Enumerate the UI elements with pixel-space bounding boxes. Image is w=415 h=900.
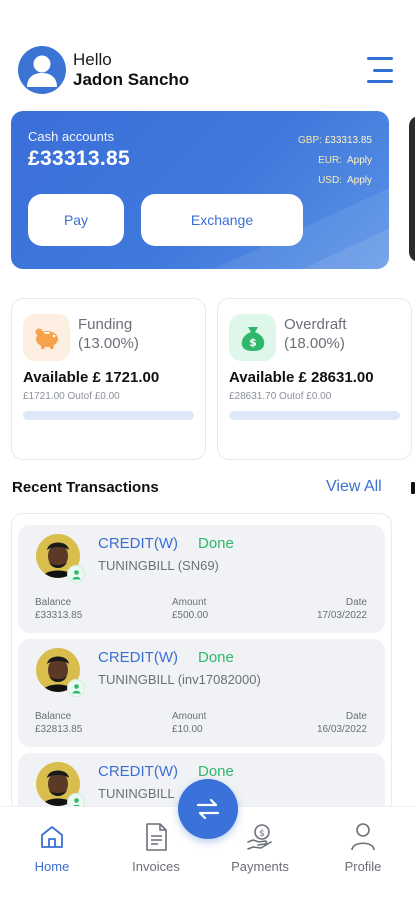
transaction-type: CREDIT(W) — [98, 535, 178, 552]
overdraft-sub: £28631.70 Outof £0.00 — [229, 391, 332, 402]
transaction-amount: Amount £500.00 — [172, 597, 209, 621]
exchange-arrows-icon — [196, 798, 220, 820]
recent-transactions-title: Recent Transactions — [12, 479, 159, 496]
currency-list: GBP: £33313.85 EUR: Apply USD: Apply — [298, 131, 372, 191]
funding-progress-bar — [23, 411, 194, 420]
next-card-peek[interactable] — [409, 116, 415, 262]
person-icon — [323, 821, 403, 853]
transaction-ref: TUNINGBILL — [98, 786, 175, 801]
exchange-fab-button[interactable] — [178, 779, 238, 839]
cash-accounts-card: Cash accounts £33313.85 GBP: £33313.85 E… — [11, 111, 389, 269]
nav-home[interactable]: Home — [12, 821, 92, 874]
exchange-button[interactable]: Exchange — [141, 194, 303, 246]
cash-accounts-amount: £33313.85 — [28, 147, 130, 170]
svg-text:$: $ — [259, 829, 265, 839]
overdraft-title: Overdraft — [284, 316, 347, 333]
funding-available: Available £ 1721.00 — [23, 369, 160, 386]
overdraft-label: Overdraft (18.00%) — [284, 315, 347, 353]
header: Hello Jadon Sancho — [18, 46, 393, 94]
transaction-ref: TUNINGBILL (SN69) — [98, 558, 219, 573]
funding-title: Funding — [78, 316, 133, 333]
pay-button[interactable]: Pay — [28, 194, 124, 246]
home-icon — [12, 821, 92, 853]
overdraft-card[interactable]: $ Overdraft (18.00%) Available £ 28631.0… — [217, 298, 412, 460]
app-screen: Hello Jadon Sancho Cash accounts £33313.… — [0, 0, 415, 900]
menu-icon[interactable] — [363, 57, 393, 83]
nav-home-label: Home — [34, 859, 70, 874]
transaction-status: Done — [198, 763, 234, 780]
transaction-status: Done — [198, 649, 234, 666]
transaction-date: Date 16/03/2022 — [316, 711, 367, 735]
greeting-hello: Hello — [73, 50, 112, 69]
transaction-balance: Balance £32813.85 — [35, 711, 83, 735]
next-section-peek — [411, 482, 415, 494]
nav-payments[interactable]: $ Payments — [220, 821, 300, 874]
nav-profile-label: Profile — [344, 859, 382, 874]
nav-profile[interactable]: Profile — [323, 821, 403, 874]
funding-sub: £1721.00 Outof £0.00 — [23, 391, 120, 402]
transaction-type: CREDIT(W) — [98, 763, 178, 780]
person-badge-icon — [67, 679, 85, 697]
transaction-item[interactable]: CREDIT(W) Done TUNINGBILL (SN69) Balance… — [18, 525, 385, 633]
person-badge-icon — [67, 565, 85, 583]
transaction-status: Done — [198, 535, 234, 552]
nav-invoices-label: Invoices — [132, 859, 180, 874]
nav-payments-label: Payments — [231, 859, 289, 874]
view-all-link[interactable]: View All — [326, 478, 382, 496]
user-avatar-icon[interactable] — [18, 46, 66, 94]
svg-text:$: $ — [249, 336, 257, 349]
money-bag-icon: $ — [229, 314, 276, 361]
funding-label: Funding (13.00%) — [78, 315, 139, 353]
currency-gbp: GBP: £33313.85 — [298, 135, 372, 146]
currency-eur[interactable]: EUR: Apply — [298, 151, 372, 171]
user-name: Jadon Sancho — [73, 70, 190, 89]
transaction-date: Date 17/03/2022 — [316, 597, 367, 621]
funding-percent: (13.00%) — [78, 335, 139, 352]
greeting: Hello Jadon Sancho — [73, 50, 189, 90]
piggy-bank-icon — [23, 314, 70, 361]
overdraft-progress-bar — [229, 411, 400, 420]
transaction-ref: TUNINGBILL (inv17082000) — [98, 672, 261, 687]
transaction-item[interactable]: CREDIT(W) Done TUNINGBILL (inv17082000) … — [18, 639, 385, 747]
overdraft-available: Available £ 28631.00 — [229, 369, 374, 386]
currency-usd[interactable]: USD: Apply — [298, 171, 372, 191]
transaction-amount: Amount £10.00 — [172, 711, 207, 735]
overdraft-percent: (18.00%) — [284, 335, 345, 352]
transaction-balance: Balance £33313.85 — [35, 597, 83, 621]
nav-invoices[interactable]: Invoices — [116, 821, 196, 874]
cash-accounts-title: Cash accounts — [28, 129, 114, 144]
transaction-type: CREDIT(W) — [98, 649, 178, 666]
funding-card[interactable]: Funding (13.00%) Available £ 1721.00 £17… — [11, 298, 206, 460]
transactions-list: CREDIT(W) Done TUNINGBILL (SN69) Balance… — [11, 513, 392, 813]
